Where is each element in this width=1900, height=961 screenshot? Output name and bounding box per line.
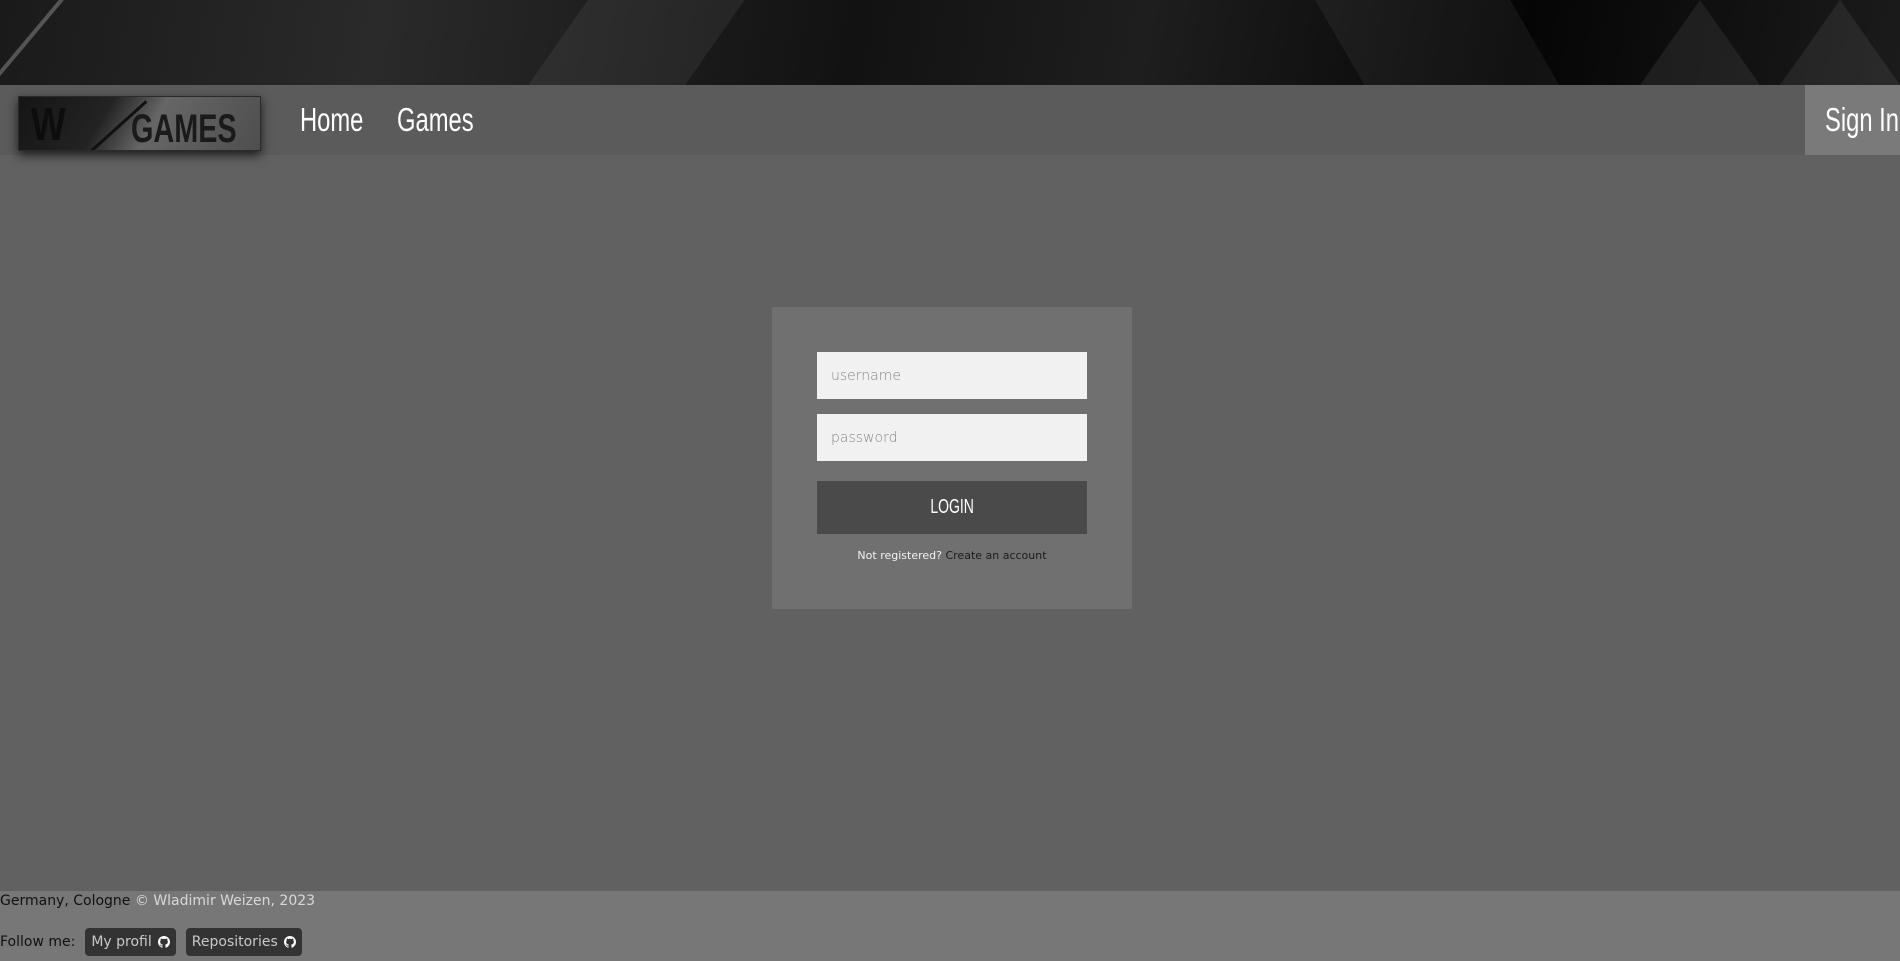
follow-label: Follow me:	[0, 934, 76, 950]
login-card: LOGIN Not registered? Create an account	[772, 307, 1132, 609]
sign-in-label: Sign In	[1825, 101, 1899, 138]
footer-location: Germany, Cologne	[0, 893, 131, 909]
github-icon	[283, 936, 296, 948]
page-footer: Germany, Cologne © Wladimir Weizen, 2023…	[0, 891, 1900, 961]
logo-word: GAMES	[131, 107, 237, 151]
header-banner	[0, 0, 1900, 85]
github-icon	[157, 936, 170, 948]
footer-follow-line: Follow me: My profil Repositories	[0, 927, 302, 957]
logo-letter: W	[31, 98, 66, 150]
repositories-link[interactable]: Repositories	[185, 928, 302, 956]
create-account-link[interactable]: Create an account	[945, 549, 1046, 562]
banner-triangle	[1640, 0, 1760, 85]
login-button-label: LOGIN	[930, 496, 974, 518]
banner-triangle	[1780, 0, 1900, 85]
my-profile-label: My profil	[91, 934, 152, 950]
not-registered-text: Not registered?	[857, 549, 942, 562]
login-button[interactable]: LOGIN	[817, 481, 1087, 534]
nav-home-link[interactable]: Home	[300, 101, 363, 139]
site-logo[interactable]: W GAMES	[18, 96, 261, 151]
repositories-label: Repositories	[191, 934, 278, 950]
footer-copyright: © Wladimir Weizen, 2023	[134, 893, 316, 909]
register-prompt: Not registered? Create an account	[772, 549, 1132, 562]
username-input[interactable]	[817, 352, 1087, 399]
footer-copyright-line: Germany, Cologne © Wladimir Weizen, 2023	[0, 891, 315, 911]
sign-in-button[interactable]: Sign In	[1805, 85, 1900, 155]
banner-light-streak	[0, 0, 69, 79]
nav-games-link[interactable]: Games	[397, 101, 474, 139]
password-input[interactable]	[817, 414, 1087, 461]
main-nav: W GAMES Home Games Sign In	[0, 85, 1900, 155]
my-profile-link[interactable]: My profil	[85, 928, 176, 956]
